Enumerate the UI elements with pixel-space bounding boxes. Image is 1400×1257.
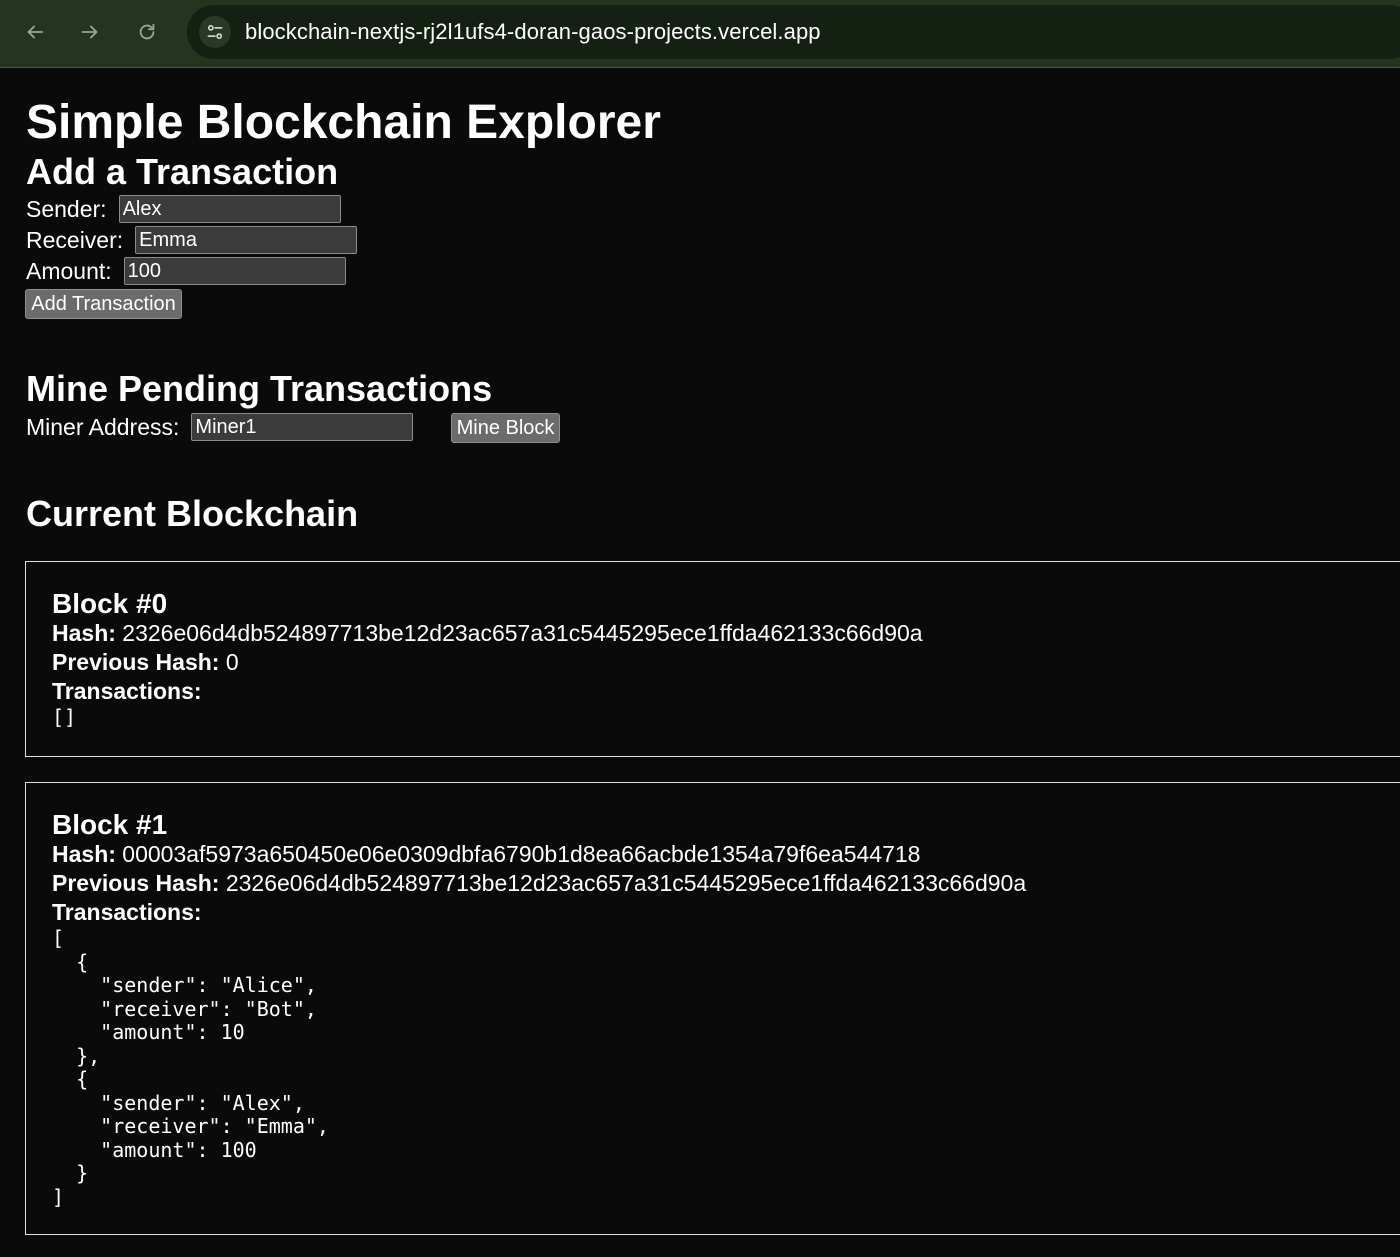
amount-input[interactable] (123, 257, 346, 285)
reload-button[interactable] (131, 16, 163, 48)
hash-label: Hash: (52, 620, 116, 646)
block-card: Block #0 Hash: 2326e06d4db524897713be12d… (25, 561, 1400, 757)
transactions-label: Transactions: (52, 678, 202, 704)
previous-hash-label: Previous Hash: (52, 870, 220, 896)
miner-address-input[interactable] (191, 413, 414, 441)
previous-hash-label: Previous Hash: (52, 649, 220, 675)
site-settings-icon (207, 25, 223, 40)
amount-row: Amount: (26, 256, 346, 286)
transactions-json: [ { "sender": "Alice", "receiver": "Bot"… (52, 926, 329, 1209)
receiver-row: Receiver: (26, 225, 358, 255)
receiver-label: Receiver: (26, 226, 124, 253)
browser-toolbar: blockchain-nextjs-rj2l1ufs4-doran-gaos-p… (0, 0, 1400, 68)
miner-row: Miner Address: (26, 412, 414, 442)
add-transaction-button[interactable]: Add Transaction (25, 289, 182, 319)
hash-value: 00003af5973a650450e06e0309dbfa6790b1d8ea… (122, 841, 921, 867)
back-arrow-icon (27, 25, 44, 39)
block-previous-hash: Previous Hash: 0 (52, 648, 1398, 677)
block-hash: Hash: 00003af5973a650450e06e0309dbfa6790… (52, 840, 1398, 869)
transactions-json: [] (52, 705, 77, 729)
block-title: Block #0 (52, 588, 168, 619)
current-blockchain-heading: Current Blockchain (26, 493, 359, 534)
forward-button[interactable] (74, 16, 106, 48)
forward-arrow-icon (81, 25, 98, 39)
address-bar[interactable]: blockchain-nextjs-rj2l1ufs4-doran-gaos-p… (187, 5, 1400, 59)
back-button[interactable] (19, 16, 51, 48)
sender-input[interactable] (118, 195, 341, 223)
block-card: Block #1 Hash: 00003af5973a650450e06e030… (25, 782, 1400, 1235)
mine-block-button[interactable]: Mine Block (451, 413, 560, 443)
previous-hash-value: 0 (225, 649, 239, 675)
amount-label: Amount: (26, 257, 112, 284)
mine-heading: Mine Pending Transactions (26, 368, 493, 409)
hash-label: Hash: (52, 841, 116, 867)
reload-icon (139, 23, 155, 40)
hash-value: 2326e06d4db524897713be12d23ac657a31c5445… (122, 620, 923, 646)
add-transaction-heading: Add a Transaction (26, 151, 339, 192)
miner-address-label: Miner Address: (26, 413, 180, 440)
transactions-label: Transactions: (52, 899, 202, 925)
block-previous-hash: Previous Hash: 2326e06d4db524897713be12d… (52, 869, 1398, 898)
sender-row: Sender: (26, 194, 341, 224)
block-title: Block #1 (52, 809, 168, 840)
block-hash: Hash: 2326e06d4db524897713be12d23ac657a3… (52, 619, 1398, 648)
page-title: Simple Blockchain Explorer (26, 96, 661, 149)
sender-label: Sender: (26, 195, 107, 222)
previous-hash-value: 2326e06d4db524897713be12d23ac657a31c5445… (225, 870, 1027, 896)
receiver-input[interactable] (135, 226, 358, 254)
site-settings-button[interactable] (199, 16, 231, 48)
url-text[interactable]: blockchain-nextjs-rj2l1ufs4-doran-gaos-p… (245, 19, 821, 45)
